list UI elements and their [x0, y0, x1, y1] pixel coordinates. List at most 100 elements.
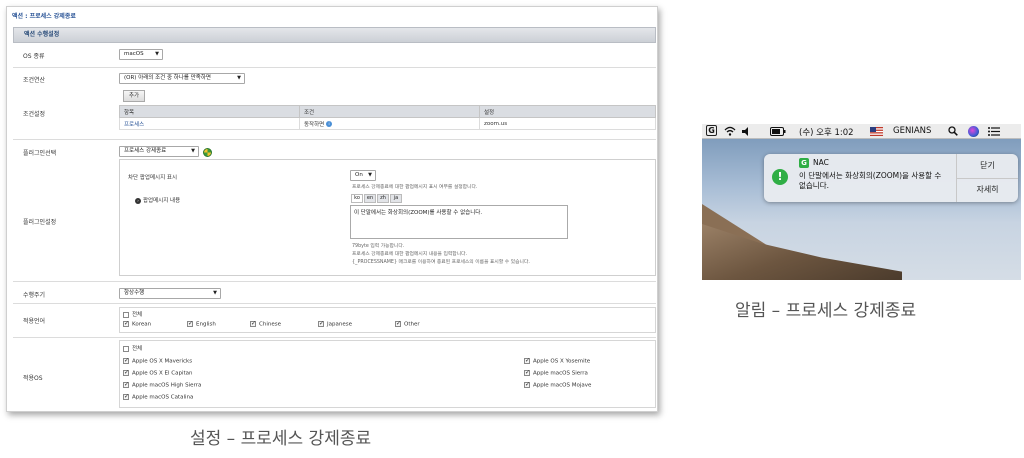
- cycle-select[interactable]: 항상수행 ▼: [119, 288, 221, 299]
- lang-english-checkbox[interactable]: ✓ English: [187, 321, 216, 328]
- condition-op-value: (OR) 아래의 조건 중 하나를 만족하면: [124, 75, 211, 81]
- settings-panel: 액션 : 프로세스 강제종료 액션 수행설정 OS 종류 macOS ▼ 조건연산…: [6, 6, 658, 412]
- checkbox-label: 전체: [132, 312, 143, 318]
- content-label-row: › 팝업메시지 내용: [135, 196, 180, 204]
- popup-help: 프로세스 강제종료에 대한 팝업메시지 표시 여부를 설정합니다.: [352, 185, 478, 190]
- os-checkbox[interactable]: ✓ Apple OS X El Capitan: [123, 370, 192, 377]
- checkmark-icon: ✓: [250, 320, 257, 327]
- popup-toggle-value: On: [355, 172, 363, 178]
- table-header: 조건: [299, 105, 480, 118]
- languages-box: [119, 307, 656, 333]
- chevron-down-icon: ▼: [191, 148, 195, 154]
- message-textarea[interactable]: 이 단말에서는 화상회의(ZOOM)를 사용할 수 없습니다.: [350, 205, 568, 239]
- mac-desktop: G (수) 오후 1:02 GENIANS ! G NAC 이 단말에서는 화상…: [702, 124, 1021, 280]
- os-checkbox[interactable]: ✓ Apple OS X Mavericks: [123, 358, 192, 365]
- content-help: 프로세스 강제종료에 대한 팝업메시지 내용을 입력합니다.: [352, 252, 468, 257]
- volume-icon[interactable]: [742, 127, 750, 136]
- menu-bar: G (수) 오후 1:02 GENIANS: [702, 124, 1021, 139]
- notification-banner[interactable]: ! G NAC 이 단말에서는 화상회의(ZOOM)을 사용할 수 없습니다. …: [764, 154, 1018, 202]
- condition-op-select[interactable]: (OR) 아래의 조건 중 하나를 만족하면 ▼: [119, 73, 245, 84]
- checkmark-icon: ✓: [524, 381, 531, 388]
- checkbox-icon: [123, 311, 129, 318]
- battery-icon[interactable]: [770, 127, 786, 136]
- os-type-select[interactable]: macOS ▼: [119, 49, 163, 60]
- checkmark-icon: ✓: [123, 357, 130, 364]
- checkbox-label: English: [196, 321, 216, 328]
- checkmark-icon: ✓: [187, 320, 194, 327]
- table-header-row: 항목 조건 설정: [119, 105, 656, 118]
- checkmark-icon: ✓: [123, 393, 130, 400]
- os-label: 적용OS: [23, 375, 43, 382]
- divider: [13, 139, 656, 140]
- checkbox-label: Apple OS X Yosemite: [533, 358, 591, 365]
- popup-toggle-select[interactable]: On ▼: [350, 170, 376, 181]
- divider: [13, 67, 656, 68]
- plugin-select[interactable]: 프로세스 강제종료 ▼: [119, 146, 199, 157]
- genians-g-icon[interactable]: G: [706, 125, 717, 136]
- breadcrumb: 액션 : 프로세스 강제종료: [12, 13, 76, 20]
- table-row: 프로세스 동작하면 i zoom.us: [119, 117, 656, 130]
- checkbox-label: Apple macOS Sierra: [533, 370, 588, 377]
- chevron-down-icon: ▼: [155, 51, 159, 57]
- os-checkbox[interactable]: ✓ Apple OS X Yosemite: [524, 358, 590, 365]
- list-icon[interactable]: [988, 127, 1000, 136]
- lang-japanese-checkbox[interactable]: ✓ Japanese: [318, 321, 352, 328]
- siri-icon[interactable]: [968, 126, 979, 137]
- os-type-value: macOS: [124, 51, 144, 57]
- notification-message: 이 단말에서는 화상회의(ZOOM)을 사용할 수 없습니다.: [799, 171, 942, 190]
- close-button[interactable]: 닫기: [957, 154, 1018, 178]
- genians-app-icon: G: [799, 158, 809, 168]
- os-all-checkbox[interactable]: 전체: [123, 344, 142, 352]
- checkbox-label: Korean: [132, 321, 152, 328]
- lang-tab-zh[interactable]: zh: [377, 194, 389, 203]
- checkmark-icon: ✓: [395, 320, 402, 327]
- info-icon[interactable]: i: [326, 121, 332, 127]
- os-checkbox[interactable]: ✓ Apple macOS High Sierra: [123, 382, 201, 389]
- lang-tab-ko[interactable]: ko: [351, 194, 363, 203]
- divider: [13, 281, 656, 282]
- macro-help: {_PROCESSNAME} 매크로를 이용하여 종료된 프로세스의 이름을 표…: [352, 260, 530, 265]
- details-button[interactable]: 자세히: [957, 178, 1018, 202]
- lang-chinese-checkbox[interactable]: ✓ Chinese: [250, 321, 281, 328]
- cycle-label: 수행주기: [23, 292, 46, 299]
- checkmark-icon: ✓: [123, 320, 130, 327]
- menubar-clock[interactable]: (수) 오후 1:02: [799, 126, 854, 138]
- divider: [13, 337, 656, 338]
- add-condition-button[interactable]: 추가: [123, 90, 145, 102]
- search-icon[interactable]: [948, 126, 958, 136]
- checkbox-label: Apple OS X El Capitan: [132, 370, 193, 377]
- condition-op-label: 조건연산: [23, 77, 46, 84]
- chevron-down-icon: ▼: [368, 172, 372, 178]
- os-type-label: OS 종류: [23, 53, 45, 60]
- condition-value-cell: zoom.us: [479, 117, 656, 130]
- os-checkbox[interactable]: ✓ Apple macOS Catalina: [123, 394, 193, 401]
- condition-cond-text: 동작하면: [304, 121, 325, 128]
- os-checkbox[interactable]: ✓ Apple macOS Sierra: [524, 370, 588, 377]
- chevron-down-icon: ▼: [213, 290, 217, 296]
- lang-tab-en[interactable]: en: [364, 194, 376, 203]
- checkbox-label: Apple OS X Mavericks: [132, 358, 193, 365]
- content-label: 팝업메시지 내용: [143, 198, 181, 204]
- lang-korean-checkbox[interactable]: ✓ Korean: [123, 321, 151, 328]
- lang-other-checkbox[interactable]: ✓ Other: [395, 321, 420, 328]
- plugin-select-value: 프로세스 강제종료: [124, 148, 167, 154]
- plugin-icon[interactable]: [203, 148, 212, 157]
- checkmark-icon: ✓: [123, 369, 130, 376]
- checkmark-icon: ✓: [524, 369, 531, 376]
- divider: [13, 303, 656, 304]
- checkbox-label: Chinese: [259, 321, 281, 328]
- warning-icon: !: [772, 169, 788, 185]
- languages-all-checkbox[interactable]: 전체: [123, 310, 142, 318]
- checkmark-icon: ✓: [123, 381, 130, 388]
- condition-item-link[interactable]: 프로세스: [119, 117, 300, 130]
- checkbox-label: Apple macOS High Sierra: [132, 382, 202, 389]
- plugin-select-label: 플러그인선택: [23, 150, 57, 157]
- wifi-icon[interactable]: [724, 126, 736, 136]
- notification-caption: 알림 – 프로세스 강제종료: [735, 301, 917, 321]
- lang-tab-ja[interactable]: ja: [390, 194, 402, 203]
- flag-icon[interactable]: [870, 127, 883, 136]
- languages-label: 적용언어: [23, 318, 46, 325]
- os-checkbox[interactable]: ✓ Apple macOS Mojave: [524, 382, 591, 389]
- menubar-user[interactable]: GENIANS: [893, 126, 931, 136]
- settings-caption: 설정 – 프로세스 강제종료: [190, 429, 372, 449]
